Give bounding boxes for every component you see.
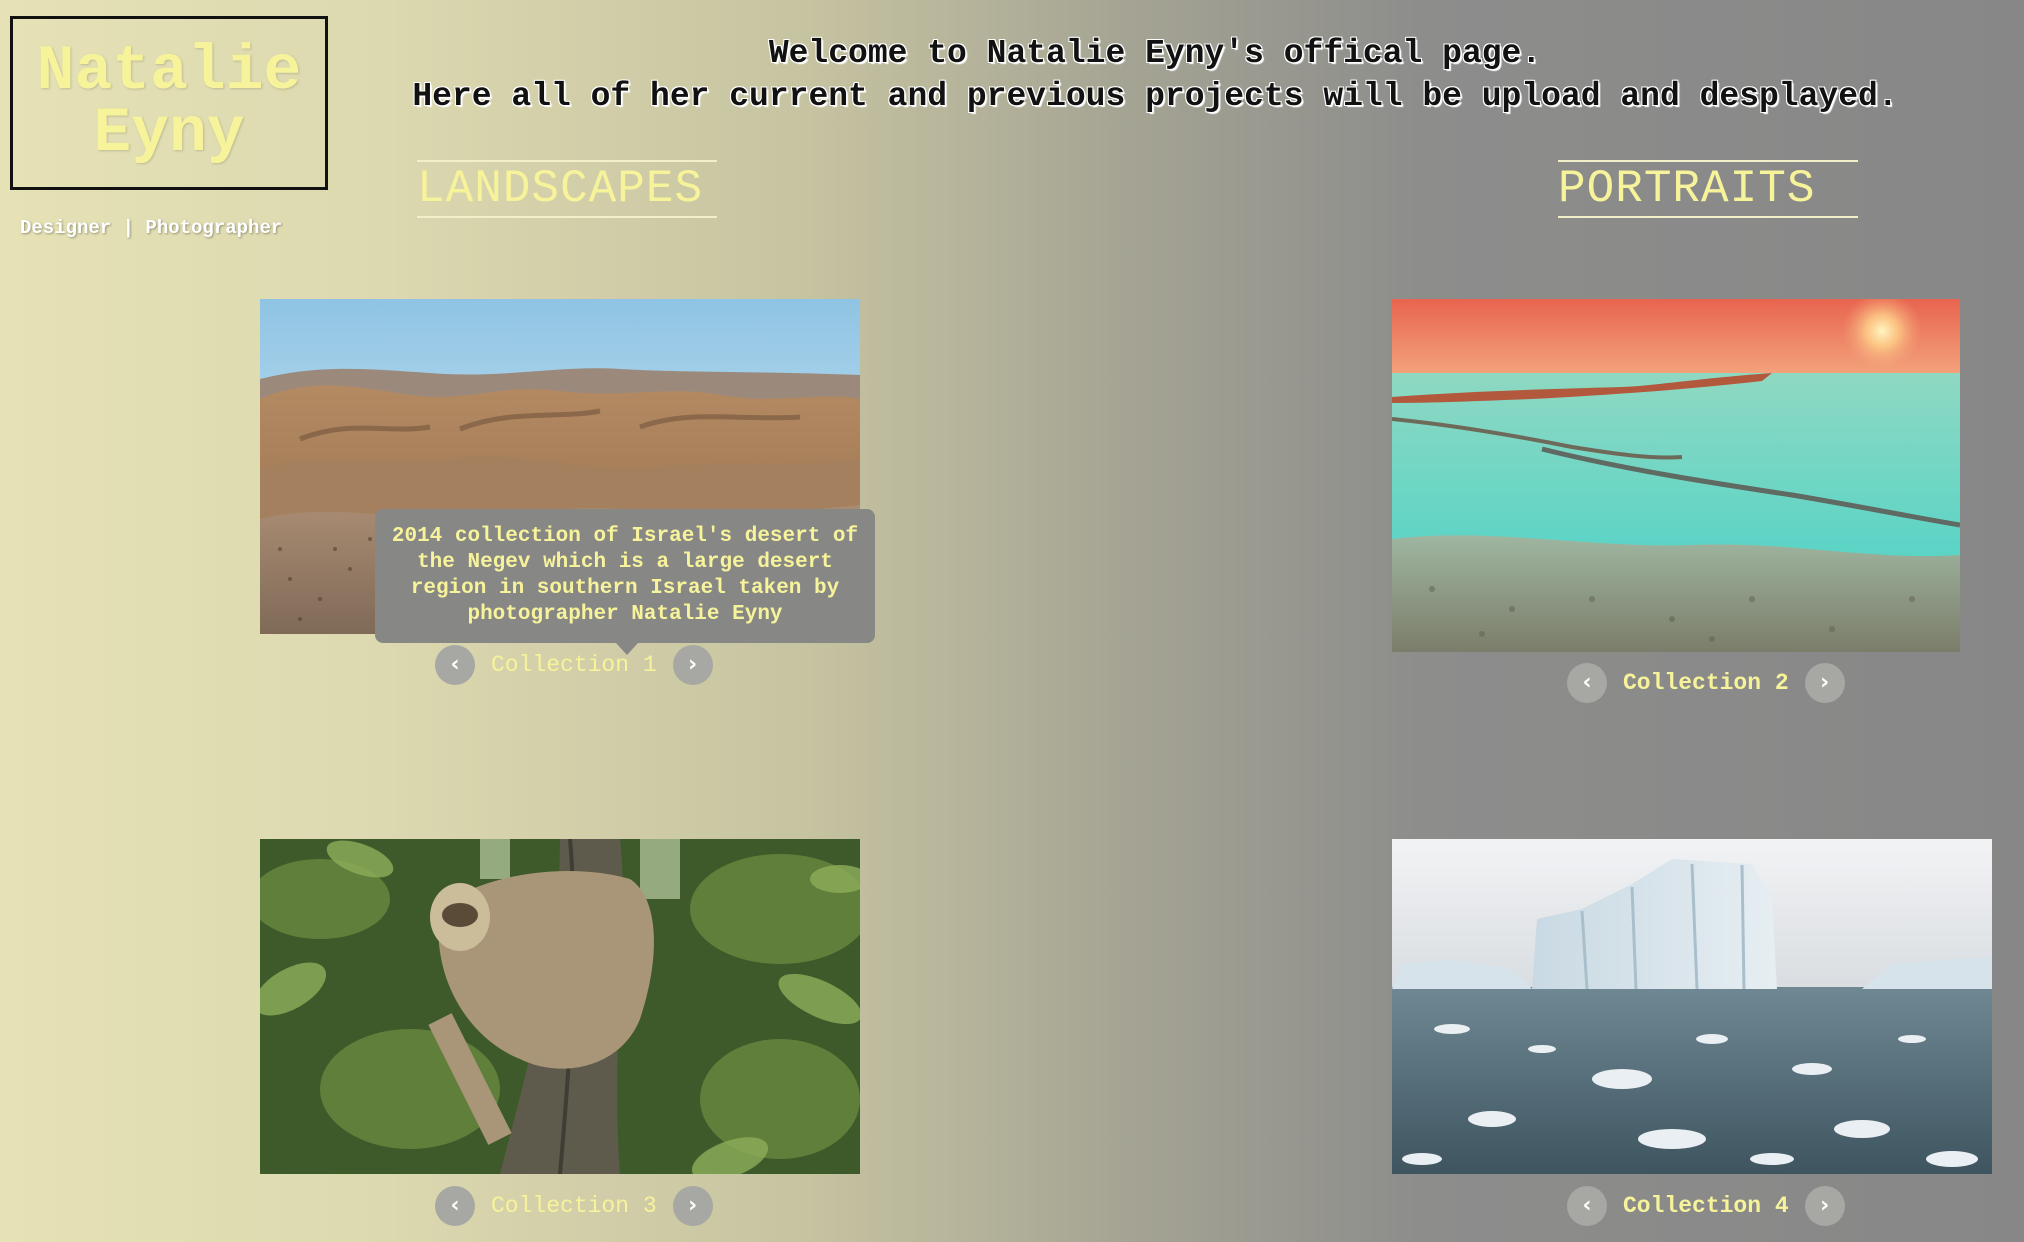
welcome-message: Welcome to Natalie Eyny's offical page. … — [330, 32, 1980, 118]
tagline: Designer | Photographer — [20, 217, 283, 239]
landscapes-heading: LANDSCAPES — [417, 160, 717, 218]
collection-1-tooltip: 2014 collection of Israel's desert of th… — [375, 509, 875, 655]
logo-last-name: Eyny — [93, 98, 245, 169]
salt-lake-sunset-photo[interactable] — [1392, 299, 1960, 652]
chevron-right-icon: › — [688, 652, 698, 677]
site-logo[interactable]: Natalie Eyny — [10, 16, 328, 190]
collection-4-nav: ‹ Collection 4 › — [1567, 1186, 1845, 1226]
chevron-left-icon: ‹ — [450, 652, 460, 677]
collection-4-label[interactable]: Collection 4 — [1623, 1193, 1789, 1219]
chevron-right-icon: › — [1820, 1193, 1830, 1218]
collection-4-prev-button[interactable]: ‹ — [1567, 1186, 1607, 1226]
logo-first-name: Natalie — [36, 36, 302, 108]
collection-1-nav: ‹ Collection 1 › — [435, 645, 713, 685]
portraits-heading: PORTRAITS — [1558, 160, 1858, 218]
sloth-photo[interactable] — [260, 839, 860, 1174]
collection-3-nav: ‹ Collection 3 › — [435, 1186, 713, 1226]
chevron-left-icon: ‹ — [1582, 1193, 1592, 1218]
welcome-line-2: Here all of her current and previous pro… — [412, 78, 1898, 115]
collection-1-next-button[interactable]: › — [672, 645, 713, 685]
collection-3-next-button[interactable]: › — [672, 1186, 713, 1226]
collection-3-prev-button[interactable]: ‹ — [435, 1186, 475, 1226]
chevron-left-icon: ‹ — [450, 1193, 460, 1218]
collection-2-nav: ‹ Collection 2 › — [1567, 663, 1845, 703]
iceberg-photo[interactable] — [1392, 839, 1992, 1174]
collection-1-prev-button[interactable]: ‹ — [435, 645, 475, 685]
collection-4-next-button[interactable]: › — [1804, 1186, 1845, 1226]
collection-2-label[interactable]: Collection 2 — [1623, 670, 1789, 696]
welcome-line-1: Welcome to Natalie Eyny's offical page. — [768, 35, 1542, 72]
collection-1-label[interactable]: Collection 1 — [491, 652, 657, 678]
chevron-left-icon: ‹ — [1582, 670, 1592, 695]
collection-2-next-button[interactable]: › — [1804, 663, 1845, 703]
collection-3-label[interactable]: Collection 3 — [491, 1193, 657, 1219]
collection-2-prev-button[interactable]: ‹ — [1567, 663, 1607, 703]
chevron-right-icon: › — [1820, 670, 1830, 695]
chevron-right-icon: › — [688, 1193, 698, 1218]
